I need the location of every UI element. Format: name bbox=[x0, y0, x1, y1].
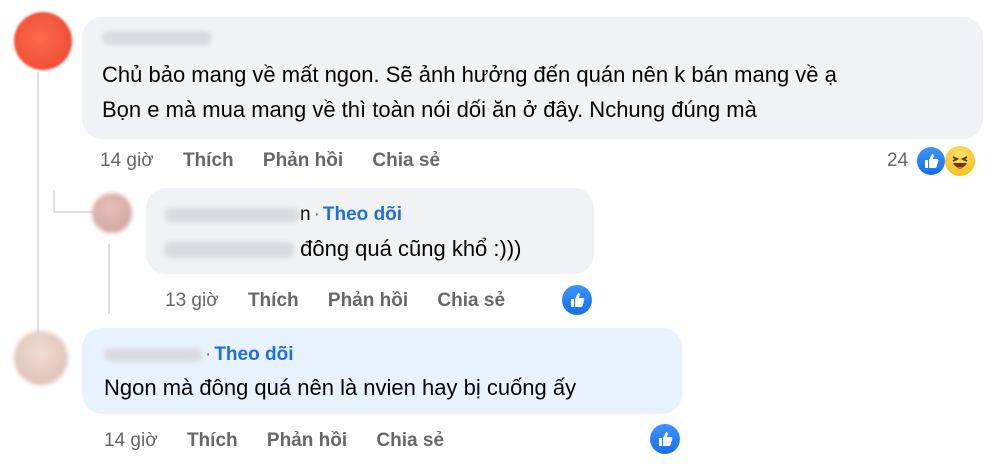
comment-actions: 13 giờ Thích Phản hồi Chia sẻ bbox=[165, 290, 529, 312]
haha-icon[interactable] bbox=[945, 146, 975, 176]
comment-author[interactable]: · Theo dõi bbox=[104, 344, 293, 366]
author-name-suffix: n bbox=[300, 204, 311, 225]
like-button[interactable]: Thích bbox=[187, 430, 238, 452]
comment-text-content: đông quá cũng khổ :))) bbox=[300, 236, 522, 261]
avatar[interactable] bbox=[14, 12, 72, 70]
like-button[interactable]: Thích bbox=[183, 150, 234, 172]
reply-button[interactable]: Phản hồi bbox=[263, 150, 343, 172]
avatar[interactable] bbox=[14, 331, 68, 385]
comment-author[interactable] bbox=[102, 27, 212, 49]
thread-branch bbox=[53, 190, 55, 212]
thread-branch bbox=[53, 211, 93, 213]
comment-bubble: · Theo dõi Ngon mà đông quá nên là nvien … bbox=[82, 328, 682, 414]
comment-actions: 14 giờ Thích Phản hồi Chia sẻ bbox=[104, 430, 468, 452]
thread-line bbox=[108, 244, 110, 314]
comment-time[interactable]: 13 giờ bbox=[165, 290, 219, 312]
thread-line bbox=[37, 72, 39, 334]
follow-button[interactable]: Theo dõi bbox=[323, 204, 402, 225]
comment-text: đông quá cũng khổ :))) bbox=[164, 233, 522, 264]
reaction-count[interactable]: 24 bbox=[887, 150, 908, 172]
comment-bubble: Chủ bảo mang về mất ngon. Sẽ ảnh hưởng đ… bbox=[82, 17, 983, 139]
like-icon[interactable] bbox=[917, 147, 945, 175]
share-button[interactable]: Chia sẻ bbox=[437, 290, 505, 312]
comment-text-line: Bọn e mà mua mang về thì toàn nói dối ăn… bbox=[102, 97, 757, 122]
follow-button[interactable]: Theo dõi bbox=[214, 344, 293, 365]
comment-author[interactable]: n · Theo dõi bbox=[164, 204, 402, 226]
like-button[interactable]: Thích bbox=[248, 290, 299, 312]
comment-time[interactable]: 14 giờ bbox=[104, 430, 158, 452]
share-button[interactable]: Chia sẻ bbox=[372, 150, 440, 172]
comment-actions: 14 giờ Thích Phản hồi Chia sẻ bbox=[100, 150, 464, 172]
share-button[interactable]: Chia sẻ bbox=[376, 430, 444, 452]
comment-time[interactable]: 14 giờ bbox=[100, 150, 154, 172]
comment-text-line: Chủ bảo mang về mất ngon. Sẽ ảnh hưởng đ… bbox=[102, 62, 837, 87]
like-icon[interactable] bbox=[562, 285, 592, 315]
reply-button[interactable]: Phản hồi bbox=[328, 290, 408, 312]
avatar[interactable] bbox=[92, 193, 132, 233]
reply-button[interactable]: Phản hồi bbox=[267, 430, 347, 452]
like-icon[interactable] bbox=[650, 424, 680, 454]
comment-text: Ngon mà đông quá nên là nvien hay bị cuố… bbox=[104, 375, 577, 400]
comment-bubble: n · Theo dõi đông quá cũng khổ :))) bbox=[146, 188, 594, 274]
